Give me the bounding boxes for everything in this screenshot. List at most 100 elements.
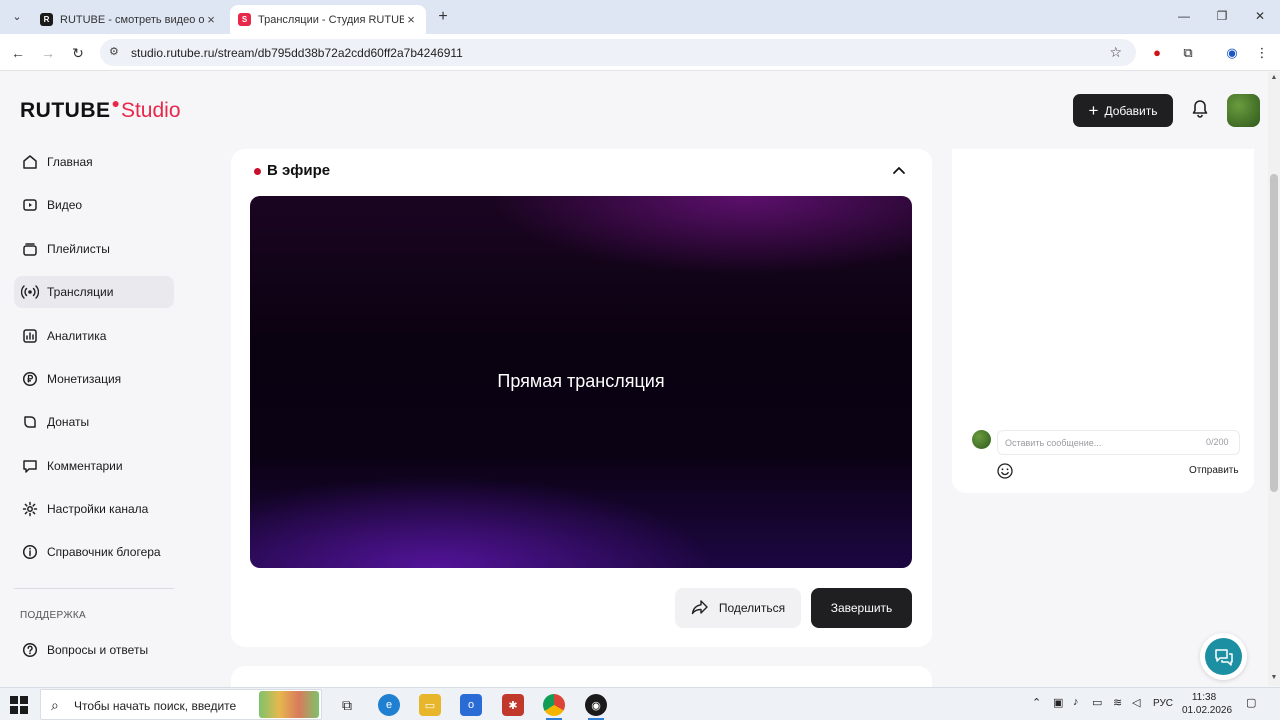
clock-time: 11:38: [1191, 692, 1217, 703]
opera-extension-icon[interactable]: ●: [1149, 45, 1165, 61]
maximize-icon[interactable]: ❐: [1210, 6, 1234, 26]
outlook-icon[interactable]: o: [460, 694, 482, 716]
rutube-favicon-icon: R: [40, 13, 53, 26]
tray-device-icon[interactable]: ▣: [1053, 696, 1063, 709]
sidebar-item-label: Настройки канала: [47, 502, 149, 516]
tray-wifi-icon[interactable]: ≋: [1113, 696, 1122, 709]
tray-clock[interactable]: 11:38 01.02.2026: [1182, 691, 1233, 717]
reload-icon[interactable]: ↻: [68, 43, 88, 63]
sidebar-item-playlists[interactable]: Плейлисты: [14, 233, 174, 265]
share-button[interactable]: Поделиться: [675, 588, 801, 628]
sidebar-divider: [14, 588, 174, 589]
sidebar-item-analytics[interactable]: Аналитика: [14, 320, 174, 352]
browser-tab-studio[interactable]: S Трансляции - Студия RUTUBE ×: [230, 5, 426, 34]
browser-tab-rutube[interactable]: R RUTUBE - смотреть видео онлайн ×: [32, 5, 226, 34]
sidebar-item-channel-settings[interactable]: Настройки канала: [14, 493, 174, 525]
user-avatar[interactable]: [1227, 94, 1260, 127]
stream-player[interactable]: Прямая трансляция: [250, 196, 912, 568]
analytics-icon: [20, 327, 40, 345]
sidebar-item-broadcasts[interactable]: Трансляции: [14, 276, 174, 308]
minimize-icon[interactable]: —: [1172, 6, 1196, 26]
browser-tab-bar: ⌄ R RUTUBE - смотреть видео онлайн × S Т…: [0, 0, 1280, 34]
window-close-icon[interactable]: ✕: [1248, 6, 1272, 26]
sidebar-item-label: Главная: [47, 155, 93, 169]
browser-menu-icon[interactable]: ⋮: [1254, 45, 1270, 61]
obs-studio-icon[interactable]: ◉: [585, 694, 607, 716]
omnibox[interactable]: ⚙ studio.rutube.ru/stream/db795dd38b72a2…: [100, 39, 1136, 66]
tab-title: Трансляции - Студия RUTUBE: [258, 13, 404, 26]
sidebar-item-label: Видео: [47, 198, 83, 212]
studio-favicon-icon: S: [238, 13, 251, 26]
sidebar-item-faq[interactable]: Вопросы и ответы: [14, 634, 174, 666]
chat-send-button[interactable]: Отправить: [1189, 465, 1239, 476]
support-chat-icon: [1205, 638, 1242, 675]
sidebar-item-comments[interactable]: Комментарии: [14, 450, 174, 482]
file-explorer-icon[interactable]: ▭: [419, 694, 441, 716]
sidebar-item-donations[interactable]: Донаты: [14, 406, 174, 438]
emoji-smiley-icon[interactable]: [996, 462, 1014, 480]
tab-search-chevron-icon[interactable]: ⌄: [8, 8, 26, 26]
tray-volume-icon[interactable]: ◁: [1132, 696, 1140, 709]
back-arrow-icon[interactable]: ←: [8, 43, 28, 63]
donate-icon: [20, 413, 40, 431]
site-settings-icon[interactable]: ⚙: [109, 45, 119, 58]
sidebar-item-label: Вопросы и ответы: [47, 643, 149, 657]
gear-icon: [20, 500, 40, 518]
taskbar-search-box[interactable]: ⌕ Чтобы начать поиск, введите: [40, 689, 322, 720]
extensions-puzzle-icon[interactable]: ⧉: [1180, 45, 1196, 61]
sidebar-item-label: Трансляции: [47, 285, 114, 299]
chat-user-avatar: [972, 430, 991, 449]
add-button[interactable]: + Добавить: [1073, 94, 1173, 127]
app-red-icon[interactable]: ✱: [502, 694, 524, 716]
sidebar-item-home[interactable]: Главная: [14, 146, 174, 178]
tab-close-icon[interactable]: ×: [204, 12, 218, 27]
windows-taskbar: ⌕ Чтобы начать поиск, введите ⧉ e ▭ o ✱ …: [0, 687, 1280, 720]
plus-icon: +: [1088, 101, 1099, 120]
forward-arrow-icon[interactable]: →: [38, 43, 58, 63]
url-text: studio.rutube.ru/stream/db795dd38b72a2cd…: [131, 46, 463, 60]
end-stream-button[interactable]: Завершить: [811, 588, 912, 628]
tab-close-icon[interactable]: ×: [404, 12, 418, 27]
end-button-label: Завершить: [830, 601, 893, 615]
notifications-bell-icon[interactable]: [1189, 99, 1211, 121]
tray-chevron-up-icon[interactable]: ⌃: [1032, 696, 1041, 709]
chat-message-input[interactable]: Оставить сообщение...: [997, 430, 1240, 455]
profile-icon[interactable]: ◉: [1224, 45, 1240, 61]
question-icon: [20, 641, 40, 659]
ruble-icon: [20, 370, 40, 388]
scroll-up-arrow-icon[interactable]: ▲: [1268, 74, 1280, 84]
share-button-label: Поделиться: [718, 601, 786, 615]
tray-language[interactable]: РУС: [1153, 698, 1173, 709]
bookmark-star-icon[interactable]: ☆: [1109, 44, 1122, 61]
logo-dot: ●: [111, 95, 120, 111]
task-view-icon[interactable]: ⧉: [336, 694, 358, 716]
scrollbar-thumb[interactable]: [1270, 174, 1278, 492]
search-highlight-image: [259, 691, 319, 718]
edge-browser-icon[interactable]: e: [378, 694, 400, 716]
new-tab-plus-icon[interactable]: +: [434, 8, 452, 26]
rutube-studio-logo[interactable]: RUTUBE ● Studio: [20, 95, 181, 123]
add-button-label: Добавить: [1104, 103, 1158, 118]
windows-start-icon[interactable]: [10, 696, 28, 714]
chrome-browser-icon[interactable]: [543, 694, 565, 716]
sidebar-item-blogger-guide[interactable]: Справочник блогера: [14, 536, 174, 568]
scroll-down-arrow-icon[interactable]: ▼: [1268, 674, 1280, 684]
stream-status-label: В эфире: [267, 162, 331, 179]
address-bar-row: ← → ↻ ⚙ studio.rutube.ru/stream/db795dd3…: [0, 34, 1280, 71]
sidebar-item-label: Донаты: [47, 415, 90, 429]
playlist-icon: [20, 240, 40, 258]
collapse-chevron-up-icon[interactable]: [890, 162, 908, 180]
clock-date: 01.02.2026: [1182, 705, 1233, 716]
sidebar-item-label: Монетизация: [47, 372, 122, 386]
logo-main: RUTUBE: [20, 99, 111, 122]
tray-microphone-icon[interactable]: ♪: [1073, 696, 1079, 708]
sidebar-item-video[interactable]: Видео: [14, 189, 174, 221]
notifications-center-icon[interactable]: ▢: [1246, 696, 1256, 709]
broadcast-icon: [20, 283, 40, 301]
taskbar-search-placeholder: Чтобы начать поиск, введите: [74, 699, 237, 713]
sidebar-item-monetization[interactable]: Монетизация: [14, 363, 174, 395]
home-icon: [20, 153, 40, 171]
support-chat-button[interactable]: [1200, 633, 1247, 680]
tray-battery-icon[interactable]: ▭: [1092, 696, 1102, 709]
search-icon: ⌕: [51, 697, 59, 713]
